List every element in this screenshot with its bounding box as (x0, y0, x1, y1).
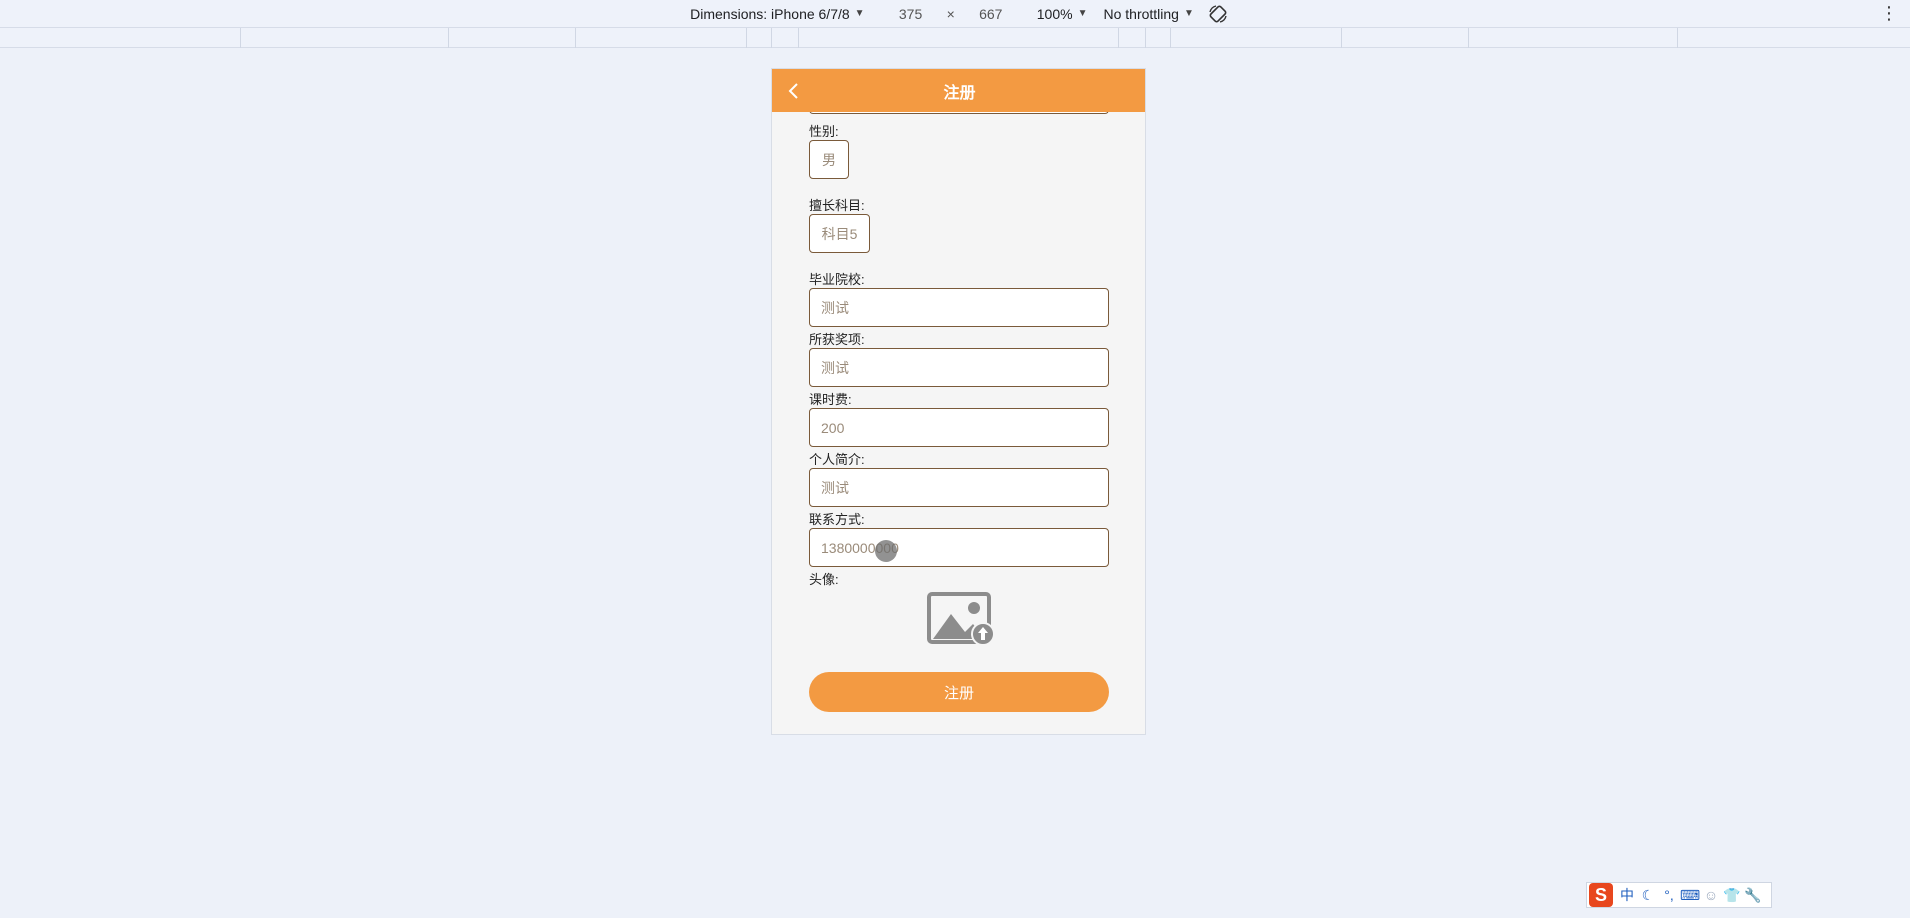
avatar-label: 头像: (809, 572, 839, 587)
ime-toolbar: S 中 ☾ °, ⌨ ☺ 👕 🔧 (1586, 882, 1772, 908)
app-header: 注册 (772, 69, 1145, 112)
zoom-select[interactable]: 100% ▼ (1037, 6, 1088, 22)
fee-label: 课时费: (809, 392, 852, 407)
punctuation-toggle[interactable]: °, (1659, 885, 1679, 905)
back-arrow-icon[interactable] (784, 81, 804, 101)
chevron-down-icon: ▼ (854, 8, 865, 19)
throttling-label: No throttling (1103, 5, 1179, 22)
device-select[interactable]: Dimensions: iPhone 6/7/8 ▼ (690, 6, 864, 22)
zoom-label: 100% (1036, 5, 1073, 22)
subject-select[interactable]: 科目5 (809, 214, 870, 253)
fee-input[interactable]: 200 (809, 408, 1109, 447)
device-select-label: Dimensions: iPhone 6/7/8 (690, 5, 850, 22)
awards-label: 所获奖项: (809, 332, 865, 347)
width-input[interactable]: 375 (881, 6, 941, 22)
contact-label: 联系方式: (809, 512, 865, 527)
times-separator: × (946, 5, 955, 22)
phone-viewport: 注册 性别: 男 擅长科目: 科目5 毕业院校: 测试 所获奖项: 测试 课时费… (771, 68, 1146, 735)
subject-label: 擅长科目: (809, 198, 865, 213)
register-button[interactable]: 注册 (809, 672, 1109, 712)
ime-mode-toggle[interactable]: 中 (1617, 885, 1637, 905)
user-icon[interactable]: ☺ (1701, 885, 1721, 905)
gender-label: 性别: (809, 124, 839, 139)
skin-shirt-icon[interactable]: 👕 (1722, 885, 1742, 905)
height-input[interactable]: 667 (961, 6, 1021, 22)
awards-input[interactable]: 测试 (809, 348, 1109, 387)
keyboard-icon[interactable]: ⌨ (1680, 885, 1700, 905)
chevron-down-icon: ▼ (1077, 8, 1088, 19)
intro-input[interactable]: 测试 (809, 468, 1109, 507)
contact-input[interactable]: 1380000000 (809, 528, 1109, 567)
wrench-icon[interactable]: 🔧 (1743, 885, 1763, 905)
sogou-logo-icon[interactable]: S (1589, 883, 1613, 907)
throttling-select[interactable]: No throttling ▼ (1103, 6, 1193, 22)
devtools-device-toolbar: Dimensions: iPhone 6/7/8 ▼ 375 × 667 100… (0, 0, 1910, 28)
school-label: 毕业院校: (809, 272, 865, 287)
intro-label: 个人简介: (809, 452, 865, 467)
school-input[interactable]: 测试 (809, 288, 1109, 327)
touch-cursor (875, 540, 897, 562)
media-query-ruler (0, 28, 1910, 48)
image-upload-icon (927, 592, 995, 646)
rotate-icon[interactable] (1208, 4, 1228, 24)
page-title: 注册 (943, 84, 976, 102)
avatar-upload[interactable] (809, 592, 1109, 648)
moon-icon[interactable]: ☾ (1638, 885, 1658, 905)
more-options-icon[interactable]: ⋮ (1880, 4, 1898, 22)
chevron-down-icon: ▼ (1183, 8, 1194, 19)
gender-select[interactable]: 男 (809, 140, 849, 179)
